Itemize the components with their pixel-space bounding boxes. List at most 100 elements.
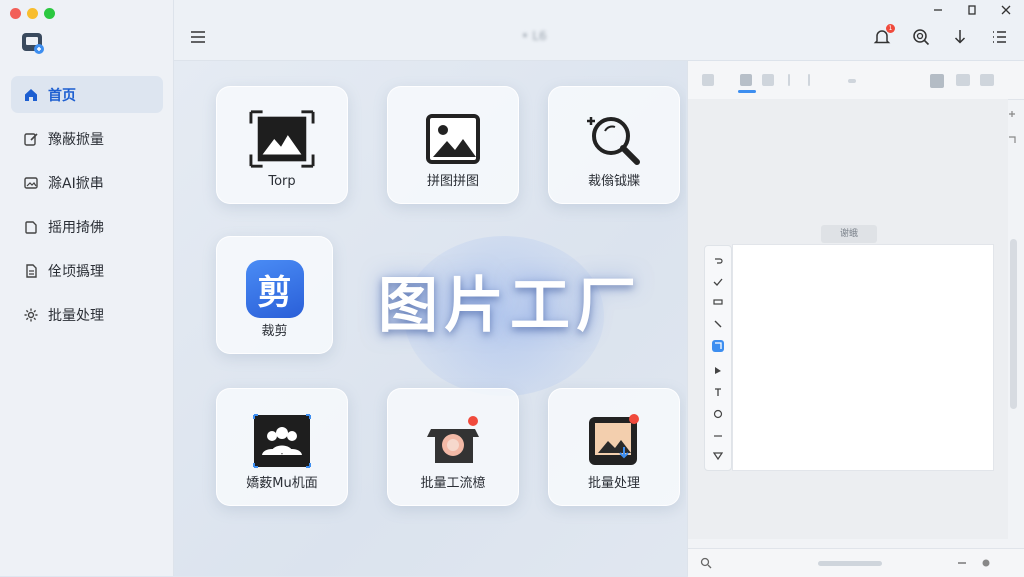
tile-label: 裁剪 [261,324,288,339]
zoom-slider[interactable] [818,561,882,566]
active-tab-indicator [738,90,756,93]
sidebar-item-edit[interactable]: 豫蔽掀量 [11,120,163,157]
sidebar-nav: 首页 豫蔽掀量 滁AI掀串 摇用掎佛 佺顷撝理 批量处理 [11,76,163,340]
clip-icon [22,218,40,236]
image-frame-icon [249,109,315,169]
filter-icon[interactable] [712,450,724,462]
sidebar: 首页 豫蔽掀量 滁AI掀串 摇用掎佛 佺顷撝理 批量处理 [0,0,174,576]
search-icon[interactable] [700,557,712,569]
side-tools [1006,105,1022,145]
check-icon[interactable] [712,276,724,288]
tile-batch[interactable]: 批量处理 [548,388,680,506]
main-content: Torp 拼图拼图 裁傟钺牃 剪 裁剪 图片工厂 嬌薮Mu机面 批量工流檍 批量… [174,61,686,576]
close-icon[interactable] [1000,4,1012,16]
sidebar-item-label: 首页 [48,87,76,104]
editor-panel: 谢蛾 [687,61,1024,577]
lasso-icon[interactable] [712,408,724,420]
close-window-button[interactable] [10,8,21,19]
download-icon [954,30,966,44]
divider [808,74,810,86]
hero-title: 图片工厂 [378,271,642,341]
image-download-icon [581,411,647,471]
home-icon [22,86,40,104]
tile-magnify[interactable]: 裁傟钺牃 [548,86,680,204]
picture-icon [420,109,486,169]
distribute-icon[interactable] [980,74,994,86]
panel-toolbar [688,61,1024,100]
tile-puzzle[interactable]: 拼图拼图 [387,86,519,204]
zoom-out-icon[interactable] [956,557,968,569]
image-ai-icon [22,174,40,192]
tile-camera[interactable]: 批量工流檍 [387,388,519,506]
tile-label: 批量处理 [587,476,640,491]
list-icon [993,31,1006,43]
maximize-icon[interactable] [966,4,978,16]
minimize-window-button[interactable] [27,8,38,19]
minimize-icon[interactable] [932,4,944,16]
sidebar-item-ai[interactable]: 滁AI掀串 [11,164,163,201]
text-icon[interactable] [712,386,724,398]
zoom-window-button[interactable] [44,8,55,19]
sidebar-item-label: 佺顷撝理 [48,263,104,280]
vertical-scrollbar[interactable] [1010,239,1017,409]
select-tool-icon[interactable] [712,340,724,352]
panel-bottom-bar [688,548,1024,577]
tile-label: 裁傟钺牃 [587,174,640,189]
canvas-label: 谢蛾 [821,225,877,243]
magnify-icon [581,109,647,169]
sidebar-item-label: 批量处理 [48,307,104,324]
pen-icon[interactable] [712,318,724,330]
sidebar-item-label: 豫蔽掀量 [48,131,104,148]
tile-torp[interactable]: Torp [216,86,348,204]
window-controls [10,8,55,19]
edit-icon [22,130,40,148]
vertical-toolbar [704,245,732,471]
sidebar-item-clip[interactable]: 摇用掎佛 [11,208,163,245]
panel-tool-icon[interactable] [762,74,774,86]
settings-icon[interactable] [980,557,992,569]
window-control-buttons [932,4,1012,16]
sidebar-item-batch[interactable]: 批量处理 [11,296,163,333]
list-button[interactable] [990,28,1008,46]
window-title: • L6 [521,29,547,43]
app-window: 首页 豫蔽掀量 滁AI掀串 摇用掎佛 佺顷撝理 批量处理 • L6 1 Torp… [0,0,1024,577]
document-icon [22,262,40,280]
download-button[interactable] [951,28,969,46]
tile-crop[interactable]: 剪 裁剪 [216,236,333,354]
pin-icon[interactable] [1006,108,1018,120]
drawing-canvas[interactable] [732,244,994,471]
rectangle-icon[interactable] [712,296,724,308]
crop-jian-icon: 剪 [242,259,308,319]
undo-icon[interactable] [712,254,724,266]
gear-icon [22,306,40,324]
notification-button[interactable]: 1 [873,24,895,46]
top-action-icons: 1 [873,24,1008,46]
search-icon [913,29,930,46]
line-icon[interactable] [712,430,724,442]
arrow-icon[interactable] [712,364,724,376]
sidebar-item-home[interactable]: 首页 [11,76,163,113]
align-icon[interactable] [956,74,970,86]
hamburger-menu-icon[interactable] [190,30,206,44]
app-logo-icon [22,33,44,54]
tile-label: Torp [268,174,296,189]
top-bar: • L6 1 [174,0,1024,61]
panel-tab-icon[interactable] [740,74,752,86]
camera-icon [420,411,486,471]
panel-tool-icon[interactable] [702,74,714,86]
divider [788,74,790,86]
dropdown-chevron-icon[interactable] [848,79,856,83]
search-button[interactable] [912,28,930,46]
sidebar-item-document[interactable]: 佺顷撝理 [11,252,163,289]
sidebar-item-label: 摇用掎佛 [48,219,104,236]
layer-icon[interactable] [930,74,944,88]
notification-badge: 1 [886,24,895,33]
crop-glyph: 剪 [245,260,304,318]
tile-label: 拼图拼图 [426,174,479,189]
tile-label: 批量工流檍 [420,476,486,491]
people-icon [249,411,315,471]
tile-label: 嬌薮Mu机面 [246,476,318,491]
tile-people[interactable]: 嬌薮Mu机面 [216,388,348,506]
canvas-area: 谢蛾 [688,99,1008,539]
expand-icon[interactable] [1006,134,1018,146]
